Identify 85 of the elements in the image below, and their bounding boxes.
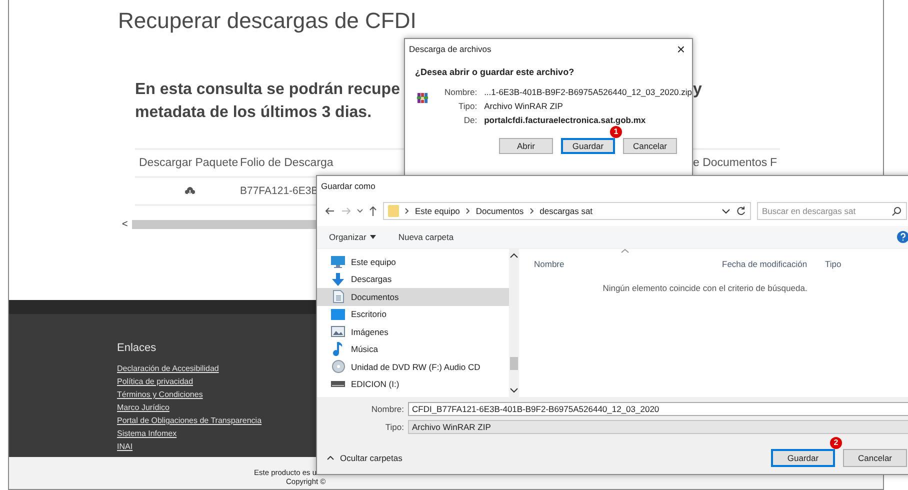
horizontal-scrollbar[interactable]: < [118,220,318,229]
dialog-question: ¿Desea abrir o guardar este archivo? [415,67,576,77]
chevron-right-icon [530,208,534,214]
folder-tree-item[interactable]: Documentos [317,288,509,306]
address-bar[interactable]: Este equipo Documentos descargas sat [383,202,751,220]
field-value: portalcfdi.facturaelectronica.sat.gob.mx [484,115,647,125]
hide-folders-button[interactable]: Ocultar carpetas [327,453,402,463]
file-type-dropdown[interactable]: Archivo WinRAR ZIP [408,420,908,434]
intro-text: metadata de los últimos 3 dias. [135,103,372,123]
field-label: Nombre: [443,87,478,97]
column-header: e Documentos [693,157,768,169]
back-arrow-icon[interactable] [325,207,335,215]
chevron-up-icon [327,456,334,460]
search-icon [892,207,901,216]
page-title: Recuperar descargas de CFDI [118,7,418,35]
breadcrumb[interactable]: descargas sat [540,206,593,216]
column-header[interactable]: Tipo [825,259,885,269]
column-header[interactable]: Nombre [534,259,722,269]
document-icon [332,290,344,304]
scroll-up-icon[interactable] [510,253,518,258]
folder-tree-item[interactable]: Música [317,340,509,358]
footer-heading: Enlaces [117,342,156,354]
download-arrow-icon [332,272,344,286]
music-note-icon [333,342,343,356]
step-badge: 1 [610,126,622,138]
footer-link[interactable]: Política de privacidad [117,375,194,388]
field-label: Tipo: [457,101,478,111]
drive-icon [331,381,345,388]
sort-caret-icon [621,249,629,253]
field-value: Archivo WinRAR ZIP [484,101,564,111]
toolbar-button[interactable]: Organizar [329,232,376,242]
field-label: Nombre: [370,404,405,414]
field-label: Tipo: [384,422,405,432]
desktop-icon [331,308,345,320]
column-header: Folio de Descarga [240,157,334,169]
folder-tree-item[interactable]: EDICION (I:) [317,376,509,393]
footer-link[interactable]: Sistema Infomex [117,427,177,440]
dialog-button[interactable]: Guardar [771,449,835,467]
close-button[interactable]: × [670,41,692,57]
empty-message: Ningún elemento coincide con el criterio de búsqueda. [602,283,808,293]
scroll-down-icon[interactable] [510,388,518,393]
folder-tree-item[interactable]: Descargas [317,270,509,288]
chevron-down-icon[interactable] [722,208,730,214]
field-value: ...1-6E3B-401B-B9F2-B6975A526440_12_03_2020.zip [484,87,692,97]
folder-tree-item[interactable]: Unidad de DVD RW (F:) Audio CD [317,358,509,376]
dialog-title: Guardar como [321,181,376,191]
help-icon[interactable] [897,231,908,243]
refresh-icon[interactable] [736,206,746,216]
folder-tree-item[interactable]: Imágenes [317,323,509,340]
search-field[interactable]: Buscar en descargas sat [757,202,907,220]
dialog-button[interactable]: Cancelar [843,449,907,467]
vertical-scrollbar[interactable] [509,249,519,397]
footer-link[interactable]: Términos y Condiciones [117,388,203,401]
footer-link[interactable]: INAI [117,440,133,453]
column-header: F [770,157,778,169]
filename-field[interactable]: CFDI_B77FA121-6E3B-401B-B9F2-B6975A526440_12_03_2020 [408,402,908,416]
toolbar-button[interactable]: Nueva carpeta [398,232,454,242]
dropdown-caret-icon [370,235,376,239]
dialog-button[interactable]: Guardar [561,138,615,154]
pictures-icon [331,326,345,338]
field-label: De: [462,115,478,125]
footer-link[interactable]: Marco Jurídico [117,401,170,414]
folio-cell: B77FA121-6E3B [240,185,319,197]
up-arrow-icon[interactable] [369,206,377,216]
intro-text: En esta consulta se podrán recupe [135,80,400,100]
breadcrumb[interactable]: Este equipo [415,206,460,216]
computer-icon [331,256,345,268]
dialog-button[interactable]: Abrir [499,138,553,154]
chevron-right-icon [405,208,409,214]
column-header[interactable]: Fecha de modificación [722,259,825,269]
breadcrumb[interactable]: Documentos [476,206,524,216]
intro-text: y [693,80,702,100]
scrollbar-thumb[interactable] [510,357,518,370]
download-icon[interactable] [184,186,194,196]
footer-link[interactable]: Declaración de Accesibilidad [117,362,219,375]
column-header: Descargar Paquete [139,157,240,169]
footer-link[interactable]: Portal de Obligaciones de Transparencia [117,414,262,427]
step-badge: 2 [830,437,842,449]
folder-icon [388,205,399,217]
folder-tree-item[interactable]: Escritorio [317,306,509,323]
dialog-title: Descarga de archivos [409,44,492,54]
folder-tree-item[interactable]: Este equipo [317,253,509,270]
dialog-button[interactable]: Cancelar [623,138,677,154]
disc-icon [332,360,344,374]
chevron-right-icon [466,208,470,214]
